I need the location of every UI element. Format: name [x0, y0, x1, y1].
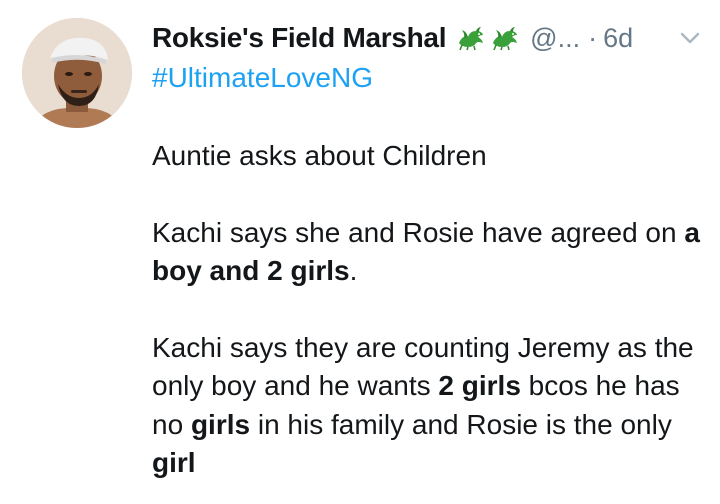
- chevron-down-icon[interactable]: [676, 24, 704, 52]
- display-name[interactable]: Roksie's Field Marshal: [152, 22, 446, 54]
- text: Auntie asks about Children: [152, 140, 487, 171]
- paragraph: Kachi says she and Rosie have agreed on …: [152, 214, 704, 291]
- paragraph: Kachi says they are counting Jeremy as t…: [152, 329, 704, 483]
- bold-text: 2 girls: [438, 370, 521, 401]
- separator-dot: ·: [588, 22, 598, 53]
- timestamp[interactable]: 6d: [603, 23, 633, 54]
- dragon-icon: [493, 27, 518, 51]
- tweet-text: Auntie asks about Children Kachi says sh…: [152, 137, 704, 483]
- avatar[interactable]: [22, 18, 132, 128]
- bold-text: girls: [190, 408, 251, 440]
- tweet[interactable]: Roksie's Field Marshal @... · 6d #Ultima…: [0, 0, 720, 504]
- avatar-photo: [22, 18, 132, 128]
- hashtag-link[interactable]: #UltimateLoveNG: [152, 60, 373, 96]
- paragraph: Auntie asks about Children: [152, 137, 704, 176]
- user-handle[interactable]: @...: [530, 23, 580, 54]
- dragon-icon: [459, 27, 484, 51]
- text: in his family and Rosie is the only: [250, 408, 672, 440]
- name-emojis: [452, 25, 520, 51]
- text: Kachi says she and Rosie have agreed on: [152, 216, 685, 248]
- bold-text: girl: [152, 447, 196, 478]
- text: .: [349, 255, 358, 286]
- tweet-header: Roksie's Field Marshal @... · 6d: [152, 18, 704, 58]
